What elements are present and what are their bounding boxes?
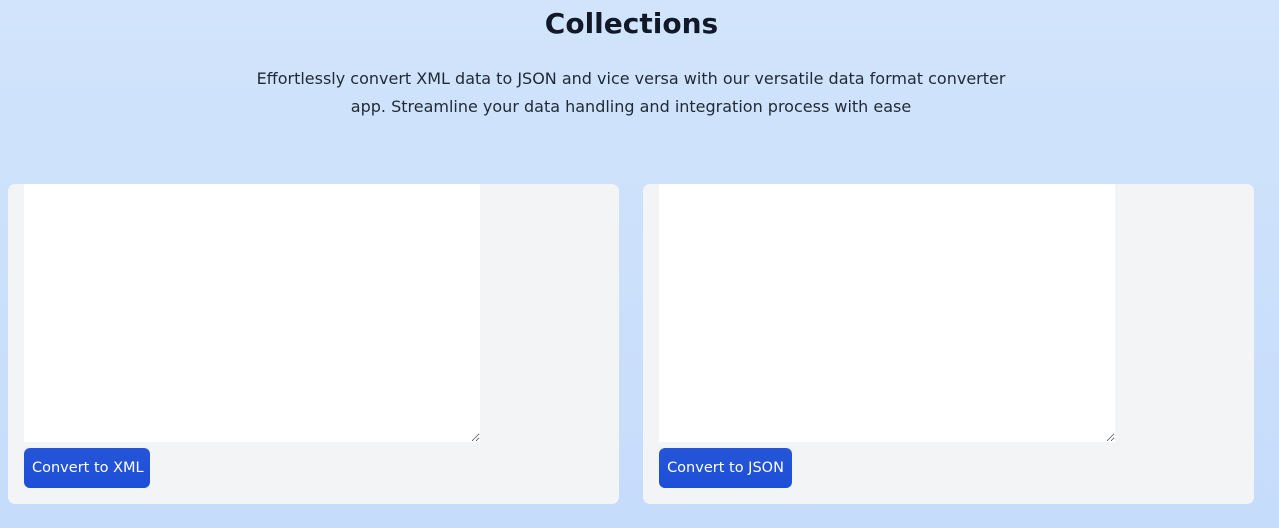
page-title: Collections [544,7,719,40]
convert-to-xml-button[interactable]: Convert to XML [24,448,150,488]
xml-input-textarea[interactable] [659,184,1115,442]
xml-to-json-panel: Convert to JSON [643,184,1254,504]
json-input-textarea[interactable] [24,184,480,442]
page-subtitle: Effortlessly convert XML data to JSON an… [256,69,1006,116]
convert-to-json-button[interactable]: Convert to JSON [659,448,792,488]
json-to-xml-panel: Convert to XML [8,184,619,504]
